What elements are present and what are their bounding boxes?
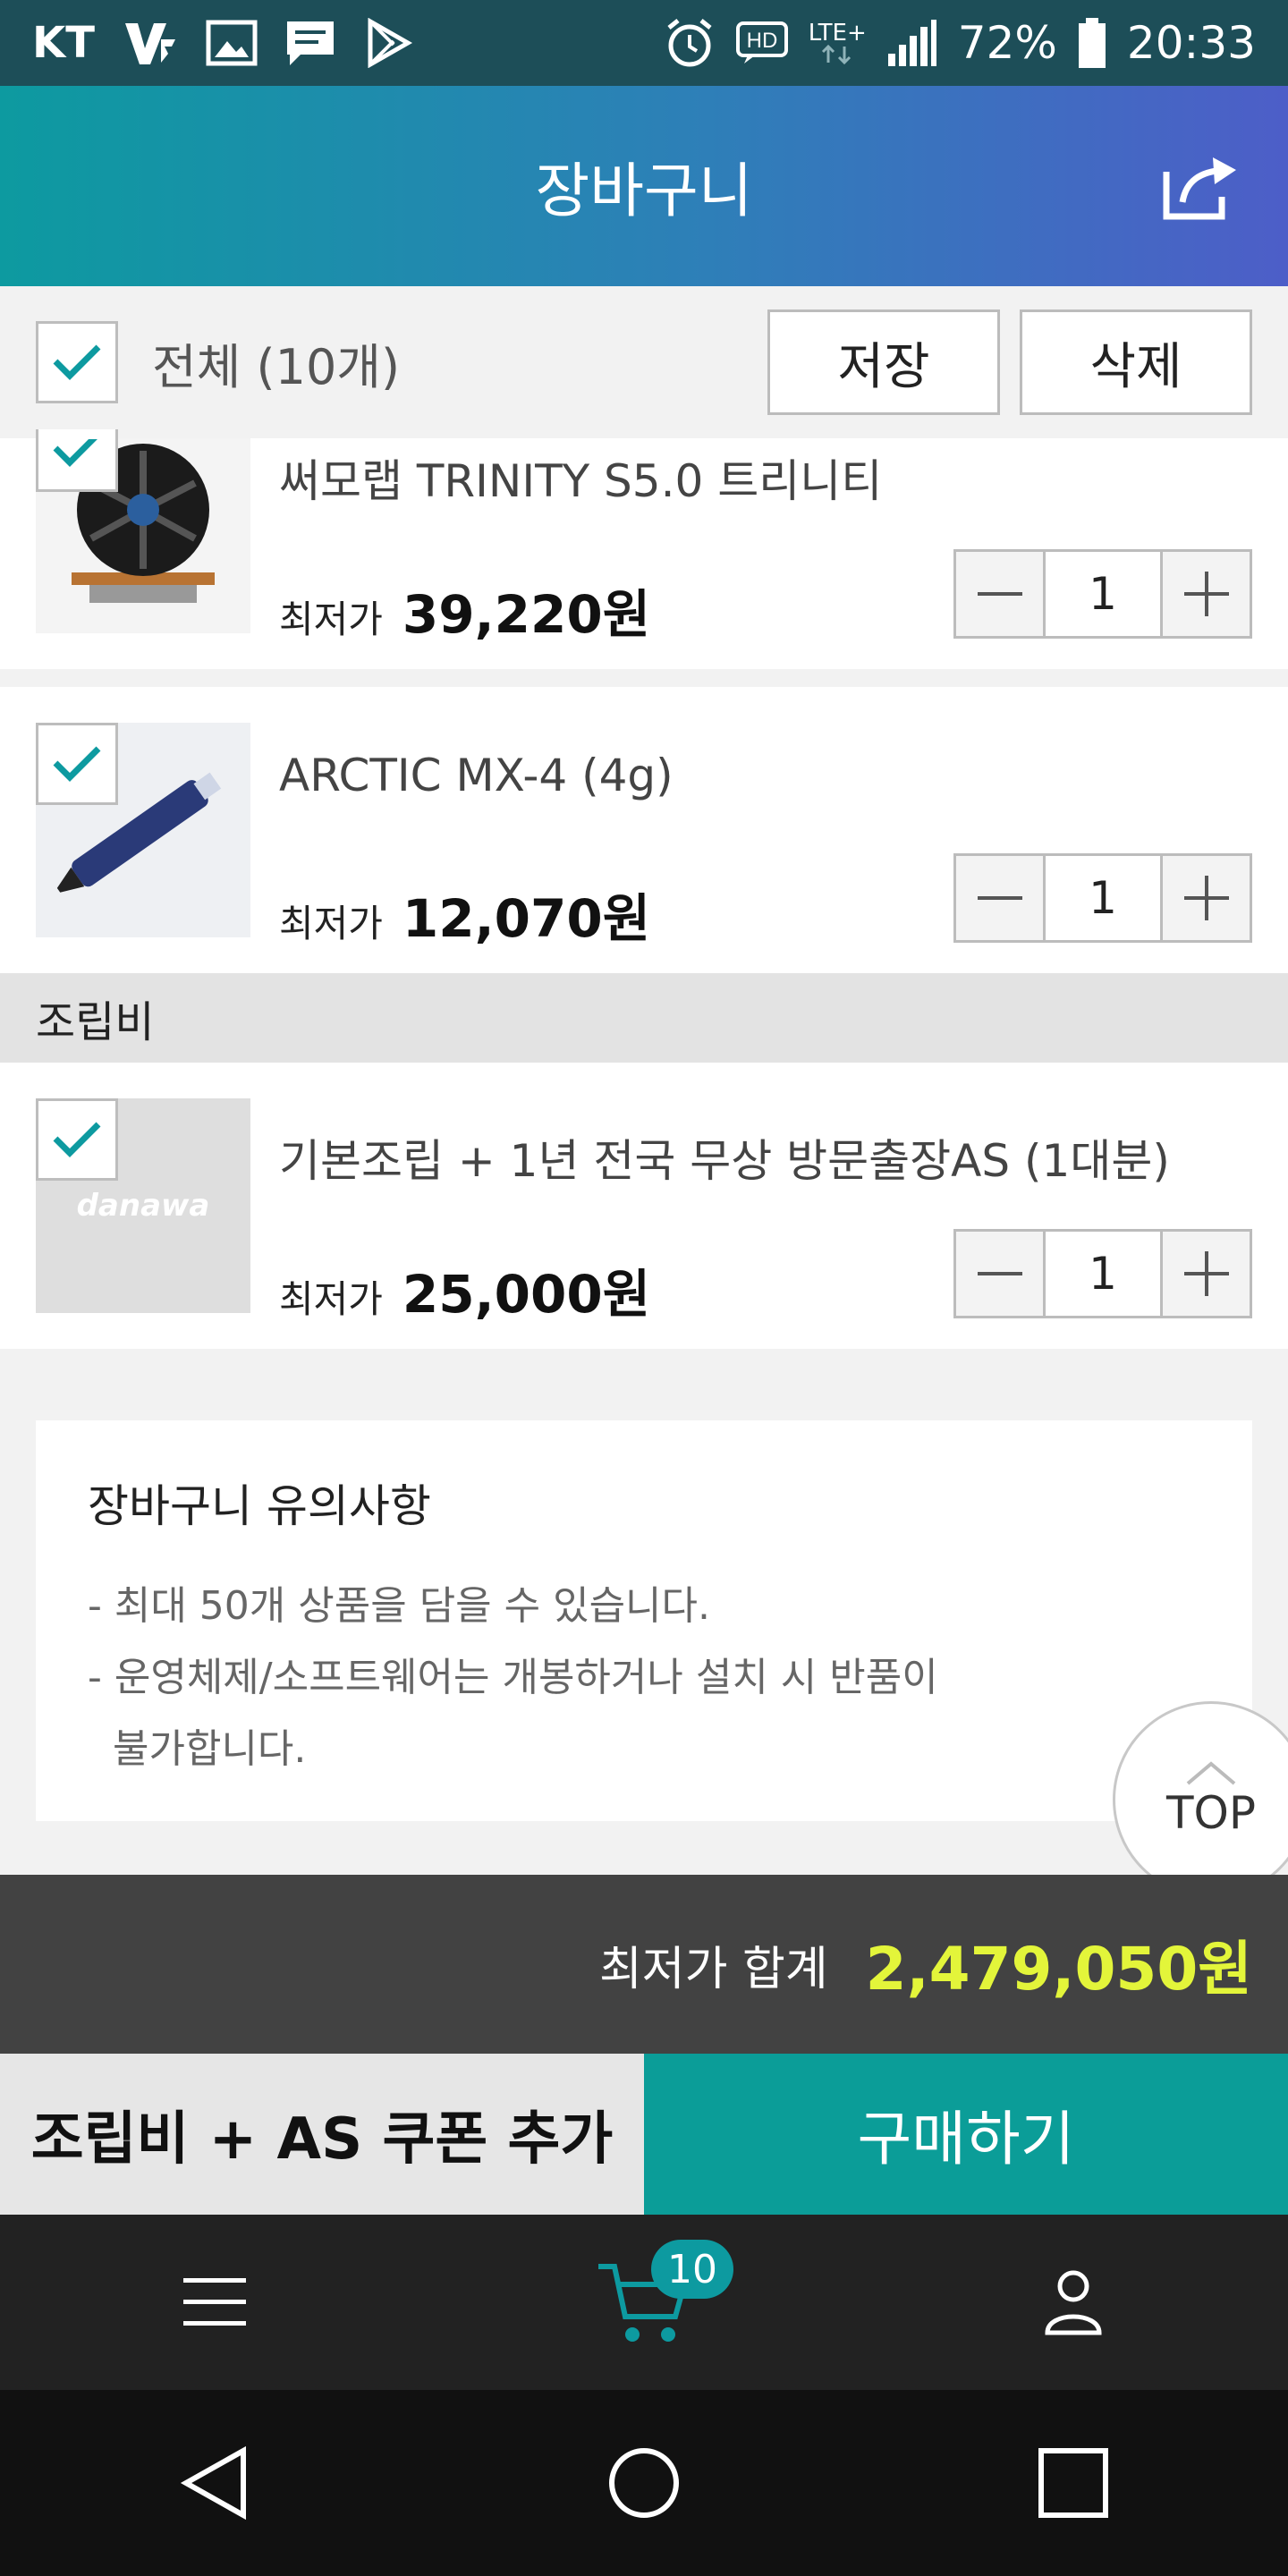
back-button[interactable] — [125, 2411, 304, 2555]
recent-square-icon — [1038, 2448, 1108, 2518]
system-nav-bar — [0, 2390, 1288, 2576]
scroll-top-label: TOP — [1165, 1787, 1257, 1839]
minus-icon — [977, 1272, 1022, 1275]
quantity-stepper: 1 — [953, 549, 1252, 639]
check-icon — [53, 344, 101, 380]
cart-item: 써모랩 TRINITY S5.0 트리니티 최저가 39,220원 1 — [0, 429, 1288, 669]
price-row: 최저가 39,220원 — [279, 572, 650, 648]
share-icon — [1163, 157, 1236, 220]
signal-icon — [886, 18, 938, 68]
product-name[interactable]: 기본조립 + 1년 전국 무상 방문출장AS (1대분) — [279, 1125, 1170, 1190]
page-title: 장바구니 — [535, 157, 753, 225]
increase-button[interactable] — [1160, 856, 1250, 940]
plus-icon — [1183, 1251, 1229, 1296]
notice-line: 불가합니다. — [113, 1726, 307, 1772]
price-value: 12,070원 — [402, 888, 651, 949]
home-button[interactable] — [555, 2411, 733, 2555]
check-icon — [53, 746, 101, 782]
price-value: 39,220원 — [402, 584, 651, 645]
hamburger-menu-icon — [183, 2278, 246, 2326]
notice-line: - 최대 50개 상품을 담을 수 있습니다. — [88, 1583, 711, 1629]
v3-app-icon — [122, 18, 179, 68]
action-bar: 조립비 + AS 쿠폰 추가 구매하기 — [0, 2054, 1288, 2215]
decrease-button[interactable] — [956, 856, 1046, 940]
select-all-checkbox[interactable] — [36, 321, 118, 403]
back-triangle-icon — [180, 2445, 246, 2521]
danawa-logo: danawa — [76, 1188, 210, 1224]
assembly-section-header: 조립비 — [0, 973, 1288, 1063]
quantity-value[interactable]: 1 — [1046, 856, 1160, 940]
decrease-button[interactable] — [956, 1232, 1046, 1316]
quantity-value[interactable]: 1 — [1046, 1232, 1160, 1316]
alarm-icon — [664, 17, 716, 69]
share-button[interactable] — [1159, 150, 1245, 222]
clock: 20:33 — [1126, 17, 1256, 69]
bottom-nav: 10 — [0, 2215, 1288, 2390]
product-name[interactable]: 써모랩 TRINITY S5.0 트리니티 — [279, 445, 882, 510]
chevron-up-icon — [1186, 1761, 1236, 1785]
select-all-label: 전체 (10개) — [152, 338, 401, 395]
notice-line: - 운영체제/소프트웨어는 개봉하거나 설치 시 반품이 — [88, 1655, 938, 1700]
network-type-icon: LTE+ — [809, 21, 867, 64]
total-value: 2,479,050원 — [865, 1935, 1252, 2004]
decrease-button[interactable] — [956, 552, 1046, 636]
cart-item: ARCTIC MX-4 (4g) 최저가 12,070원 1 — [0, 687, 1288, 973]
minus-icon — [977, 592, 1022, 596]
play-store-icon — [363, 18, 413, 68]
menu-button[interactable] — [125, 2231, 304, 2374]
svg-text:HD: HD — [746, 29, 777, 53]
select-all-bar: 전체 (10개) 저장 삭제 — [0, 286, 1288, 438]
status-bar: KT HD LTE+ 72% 20:33 — [0, 0, 1288, 86]
recent-apps-button[interactable] — [984, 2411, 1163, 2555]
notice-title: 장바구니 유의사항 — [88, 1480, 431, 1532]
save-button[interactable]: 저장 — [767, 309, 1000, 415]
plus-icon — [1183, 876, 1229, 920]
home-circle-icon — [609, 2448, 679, 2518]
cart-count-badge: 10 — [651, 2240, 733, 2299]
add-coupon-button[interactable]: 조립비 + AS 쿠폰 추가 — [0, 2054, 644, 2215]
increase-button[interactable] — [1160, 1232, 1250, 1316]
plus-icon — [1183, 572, 1229, 616]
price-label: 최저가 — [279, 902, 383, 945]
hd-voice-icon: HD — [735, 21, 789, 65]
item-checkbox[interactable] — [36, 723, 118, 805]
cart-nav-button[interactable]: 10 — [555, 2231, 733, 2374]
item-checkbox[interactable] — [36, 1098, 118, 1181]
carrier-label: KT — [32, 18, 95, 68]
network-type-label: LTE+ — [808, 20, 867, 47]
message-icon — [284, 19, 336, 67]
price-label: 최저가 — [279, 1277, 383, 1321]
quantity-stepper: 1 — [953, 853, 1252, 943]
price-row: 최저가 12,070원 — [279, 877, 650, 952]
user-icon — [1045, 2270, 1102, 2335]
gallery-icon — [206, 20, 258, 66]
quantity-stepper: 1 — [953, 1229, 1252, 1318]
check-icon — [53, 438, 97, 467]
delete-button[interactable]: 삭제 — [1020, 309, 1252, 415]
product-name[interactable]: ARCTIC MX-4 (4g) — [279, 750, 674, 801]
check-icon — [53, 1122, 101, 1157]
purchase-button[interactable]: 구매하기 — [644, 2054, 1288, 2215]
total-label: 최저가 합계 — [598, 1942, 828, 1996]
cart-notice: 장바구니 유의사항 - 최대 50개 상품을 담을 수 있습니다. - 운영체제… — [36, 1420, 1252, 1821]
item-checkbox[interactable] — [36, 429, 118, 492]
app-header: 장바구니 — [0, 86, 1288, 286]
increase-button[interactable] — [1160, 552, 1250, 636]
my-page-button[interactable] — [984, 2231, 1163, 2374]
price-value: 25,000원 — [402, 1264, 651, 1325]
price-row: 최저가 25,000원 — [279, 1252, 650, 1327]
quantity-value[interactable]: 1 — [1046, 552, 1160, 636]
price-label: 최저가 — [279, 597, 383, 641]
total-bar: 최저가 합계 2,479,050원 — [0, 1875, 1288, 2054]
cart-item: danawa 기본조립 + 1년 전국 무상 방문출장AS (1대분) 최저가 … — [0, 1063, 1288, 1349]
battery-percent: 72% — [957, 17, 1057, 69]
battery-icon — [1077, 16, 1107, 70]
minus-icon — [977, 896, 1022, 900]
